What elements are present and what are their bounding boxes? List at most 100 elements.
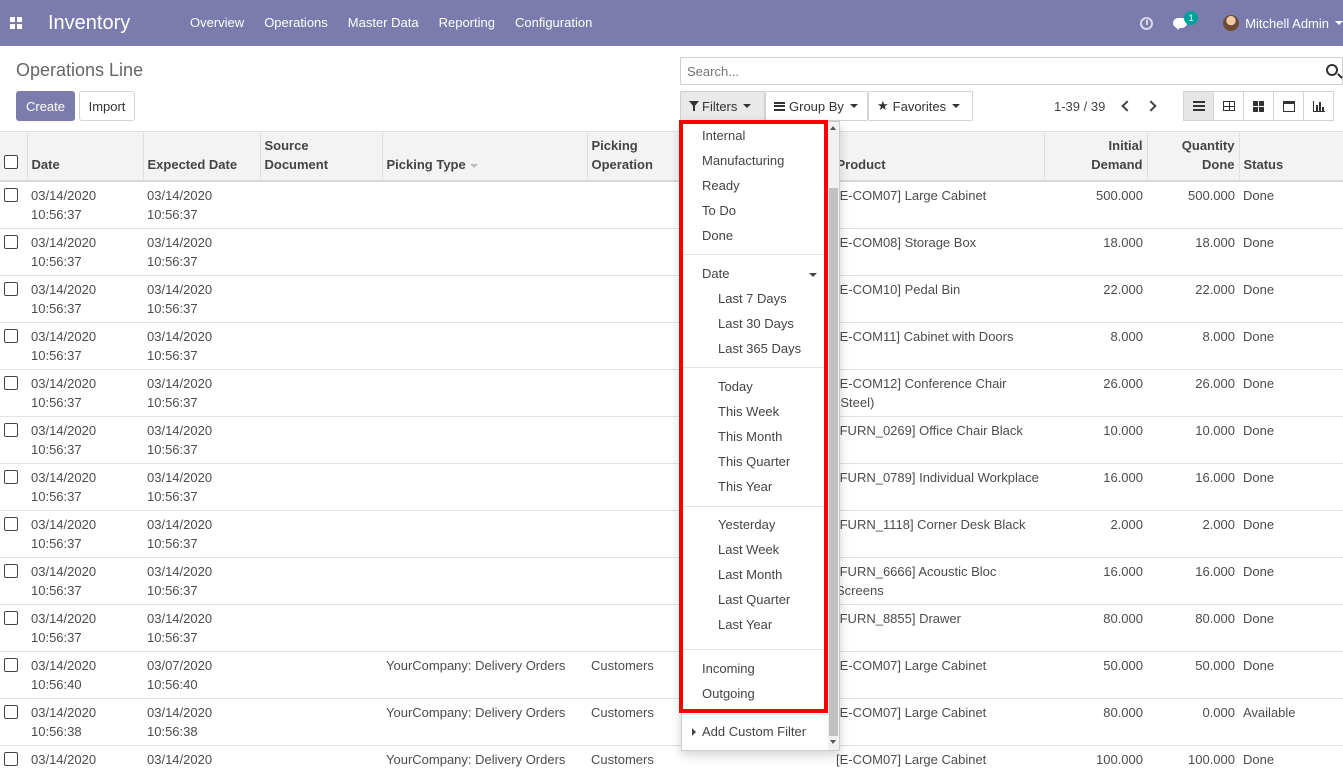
cell-initial-demand: 16.000: [1044, 557, 1147, 605]
cell-initial-demand: 26.000: [1044, 369, 1147, 417]
pager-previous-icon[interactable]: [1121, 100, 1133, 112]
date-range-option[interactable]: Last 365 Days: [718, 340, 801, 358]
table-row[interactable]: 03/14/2020 10:56:37 03/14/2020 10:56:37 [E-C…: [0, 322, 1343, 370]
filters-button[interactable]: Filters: [680, 91, 765, 121]
cell-product: [FURN_6666] Acoustic Bloc Screens: [832, 557, 1044, 605]
table-row[interactable]: 03/14/2020 10:56:37 03/14/2020 10:56:37 [E-C…: [0, 181, 1343, 229]
column-expected-date[interactable]: Expected Date: [142, 131, 260, 182]
messages-chat-icon[interactable]: 1: [1173, 10, 1199, 30]
cell-expected-date: 03/14/202010:56:38: [143, 745, 260, 768]
graph-view-button[interactable]: [1303, 91, 1334, 121]
filter-option[interactable]: Ready: [702, 177, 740, 195]
date-expand-caret-icon[interactable]: [809, 273, 817, 277]
activity-clock-icon[interactable]: [1140, 16, 1154, 30]
table-row[interactable]: 03/14/2020 10:56:37 03/14/2020 10:56:37 [E-C…: [0, 369, 1343, 417]
row-checkbox[interactable]: [4, 188, 18, 202]
menu-operations[interactable]: Operations: [254, 0, 338, 46]
table-row[interactable]: 03/14/2020 10:56:37 03/14/2020 10:56:37 [E-C…: [0, 275, 1343, 323]
table-row[interactable]: 03/14/2020 10:56:37 03/14/2020 10:56:37 [FUR…: [0, 557, 1343, 605]
column-initial-demand[interactable]: Initial Demand: [1043, 131, 1147, 182]
cell-quantity-done: 80.000: [1147, 604, 1239, 652]
add-custom-filter-caret-icon[interactable]: [692, 728, 696, 736]
filter-option-date[interactable]: Date: [702, 265, 729, 283]
row-checkbox[interactable]: [4, 376, 18, 390]
filter-option[interactable]: Internal: [702, 127, 745, 145]
date-range-option[interactable]: Last 30 Days: [718, 315, 794, 333]
pivot-view-button[interactable]: [1213, 91, 1244, 121]
date-period-option[interactable]: Last Year: [718, 616, 772, 634]
filter-option[interactable]: Done: [702, 227, 733, 245]
cell-picking-type: YourCompany: Delivery Orders: [382, 651, 587, 699]
row-checkbox[interactable]: [4, 611, 18, 625]
row-checkbox[interactable]: [4, 705, 18, 719]
calendar-view-button[interactable]: [1273, 91, 1304, 121]
row-checkbox[interactable]: [4, 517, 18, 531]
search-input[interactable]: [681, 58, 1301, 84]
date-period-option[interactable]: Last Month: [718, 566, 782, 584]
column-quantity-done[interactable]: Quantity Done: [1146, 131, 1239, 182]
date-period-option[interactable]: Today: [718, 378, 753, 396]
row-checkbox[interactable]: [4, 235, 18, 249]
cell-expected-date: 03/14/2020 10:56:37: [143, 463, 260, 511]
table-row[interactable]: 03/14/2020 10:56:38 03/14/2020 10:56:38 Your…: [0, 698, 1343, 746]
menu-reporting[interactable]: Reporting: [429, 0, 505, 46]
app-title[interactable]: Inventory: [48, 12, 180, 35]
row-checkbox[interactable]: [4, 752, 18, 766]
table-row[interactable]: 03/14/2020 10:56:37 03/14/2020 10:56:37 [FUR…: [0, 463, 1343, 511]
filter-option[interactable]: Outgoing: [702, 685, 755, 703]
row-checkbox[interactable]: [4, 423, 18, 437]
column-date[interactable]: Date: [26, 131, 143, 182]
dropdown-scrollbar[interactable]: [828, 122, 839, 750]
kanban-view-button[interactable]: [1243, 91, 1274, 121]
table-row[interactable]: 03/14/2020 10:56:37 03/14/2020 10:56:37 [FUR…: [0, 416, 1343, 464]
user-name[interactable]: Mitchell Admin: [1245, 16, 1329, 31]
import-button[interactable]: Import: [79, 91, 135, 121]
cell-initial-demand: 500.000: [1044, 181, 1147, 229]
select-all-checkbox[interactable]: [4, 155, 18, 169]
table-row[interactable]: 03/14/2020 10:56:37 03/14/2020 10:56:37 [FUR…: [0, 604, 1343, 652]
row-checkbox[interactable]: [4, 282, 18, 296]
cell-date: 03/14/202010:56:40: [27, 745, 143, 768]
date-period-option[interactable]: This Year: [718, 478, 772, 496]
scrollbar-thumb[interactable]: [829, 188, 838, 736]
scroll-up-icon[interactable]: [830, 126, 836, 130]
user-menu-caret-icon[interactable]: [1335, 21, 1343, 25]
row-select-cell: [0, 651, 27, 699]
row-checkbox[interactable]: [4, 329, 18, 343]
date-period-option[interactable]: Last Week: [718, 541, 779, 559]
filter-option[interactable]: To Do: [702, 202, 736, 220]
apps-menu-icon[interactable]: [0, 0, 32, 46]
menu-overview[interactable]: Overview: [180, 0, 254, 46]
filter-option[interactable]: Incoming: [702, 660, 755, 678]
row-checkbox[interactable]: [4, 564, 18, 578]
list-view-button[interactable]: [1183, 91, 1214, 121]
favorites-button[interactable]: ★ Favorites: [868, 91, 973, 121]
row-checkbox[interactable]: [4, 658, 18, 672]
pager-value[interactable]: 1-39 / 39: [1054, 99, 1105, 114]
table-row[interactable]: 03/14/202010:56:4003/14/202010:56:38 Your…: [0, 745, 1343, 768]
date-period-option[interactable]: Yesterday: [718, 516, 775, 534]
filter-option[interactable]: Manufacturing: [702, 152, 784, 170]
add-custom-filter-button[interactable]: Add Custom Filter: [702, 723, 806, 741]
date-period-option[interactable]: This Month: [718, 428, 782, 446]
menu-configuration[interactable]: Configuration: [505, 0, 602, 46]
menu-master-data[interactable]: Master Data: [338, 0, 429, 46]
column-product[interactable]: Product: [831, 131, 1044, 182]
date-period-option[interactable]: Last Quarter: [718, 591, 790, 609]
table-row[interactable]: 03/14/2020 10:56:37 03/14/2020 10:56:37 [FUR…: [0, 510, 1343, 558]
table-row[interactable]: 03/14/2020 10:56:37 03/14/2020 10:56:37 [E-C…: [0, 228, 1343, 276]
table-row[interactable]: 03/14/2020 10:56:40 03/07/2020 10:56:40 Your…: [0, 651, 1343, 699]
row-checkbox[interactable]: [4, 470, 18, 484]
date-range-option[interactable]: Last 7 Days: [718, 290, 787, 308]
search-icon[interactable]: [1326, 64, 1338, 76]
date-period-option[interactable]: This Quarter: [718, 453, 790, 471]
scroll-down-icon[interactable]: [830, 740, 836, 744]
group-by-button[interactable]: Group By: [765, 91, 868, 121]
user-avatar[interactable]: [1223, 15, 1240, 31]
pager-next-icon[interactable]: [1145, 100, 1157, 112]
column-source-document[interactable]: Source Document: [259, 131, 382, 182]
date-period-option[interactable]: This Week: [718, 403, 779, 421]
column-status[interactable]: Status: [1238, 131, 1343, 182]
create-button[interactable]: Create: [16, 91, 75, 121]
column-picking-type[interactable]: Picking Type: [381, 131, 587, 182]
